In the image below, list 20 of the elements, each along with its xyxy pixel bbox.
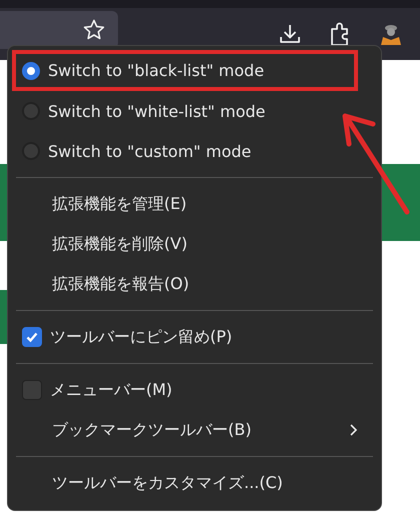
menu-item[interactable]: Switch to "black-list" mode (12, 50, 358, 91)
menu-item[interactable]: Switch to "white-list" mode (12, 91, 377, 131)
checkbox[interactable] (22, 380, 42, 400)
radio-button[interactable] (22, 62, 40, 80)
menu-item[interactable]: ツールバーをカスタマイズ...(C) (12, 463, 377, 503)
menu-item[interactable]: ブックマークツールバー(B) (12, 410, 377, 450)
chevron-right-icon (349, 423, 359, 437)
address-bar[interactable] (0, 11, 118, 49)
menu-item[interactable]: 拡張機能を削除(V) (12, 224, 377, 264)
menu-item[interactable]: 拡張機能を管理(E) (12, 184, 377, 224)
download-icon[interactable] (278, 22, 302, 46)
radio-button[interactable] (22, 102, 40, 120)
checkmark-icon (25, 330, 39, 344)
menu-item[interactable]: メニューバー(M) (12, 370, 377, 410)
menu-item[interactable]: Switch to "custom" mode (12, 131, 377, 171)
menu-item[interactable]: ツールバーにピン留め(P) (12, 317, 377, 357)
radio-button[interactable] (22, 142, 40, 160)
checkbox[interactable] (22, 327, 42, 347)
menu-item[interactable]: 拡張機能を報告(O) (12, 264, 377, 304)
star-icon[interactable] (82, 18, 106, 42)
